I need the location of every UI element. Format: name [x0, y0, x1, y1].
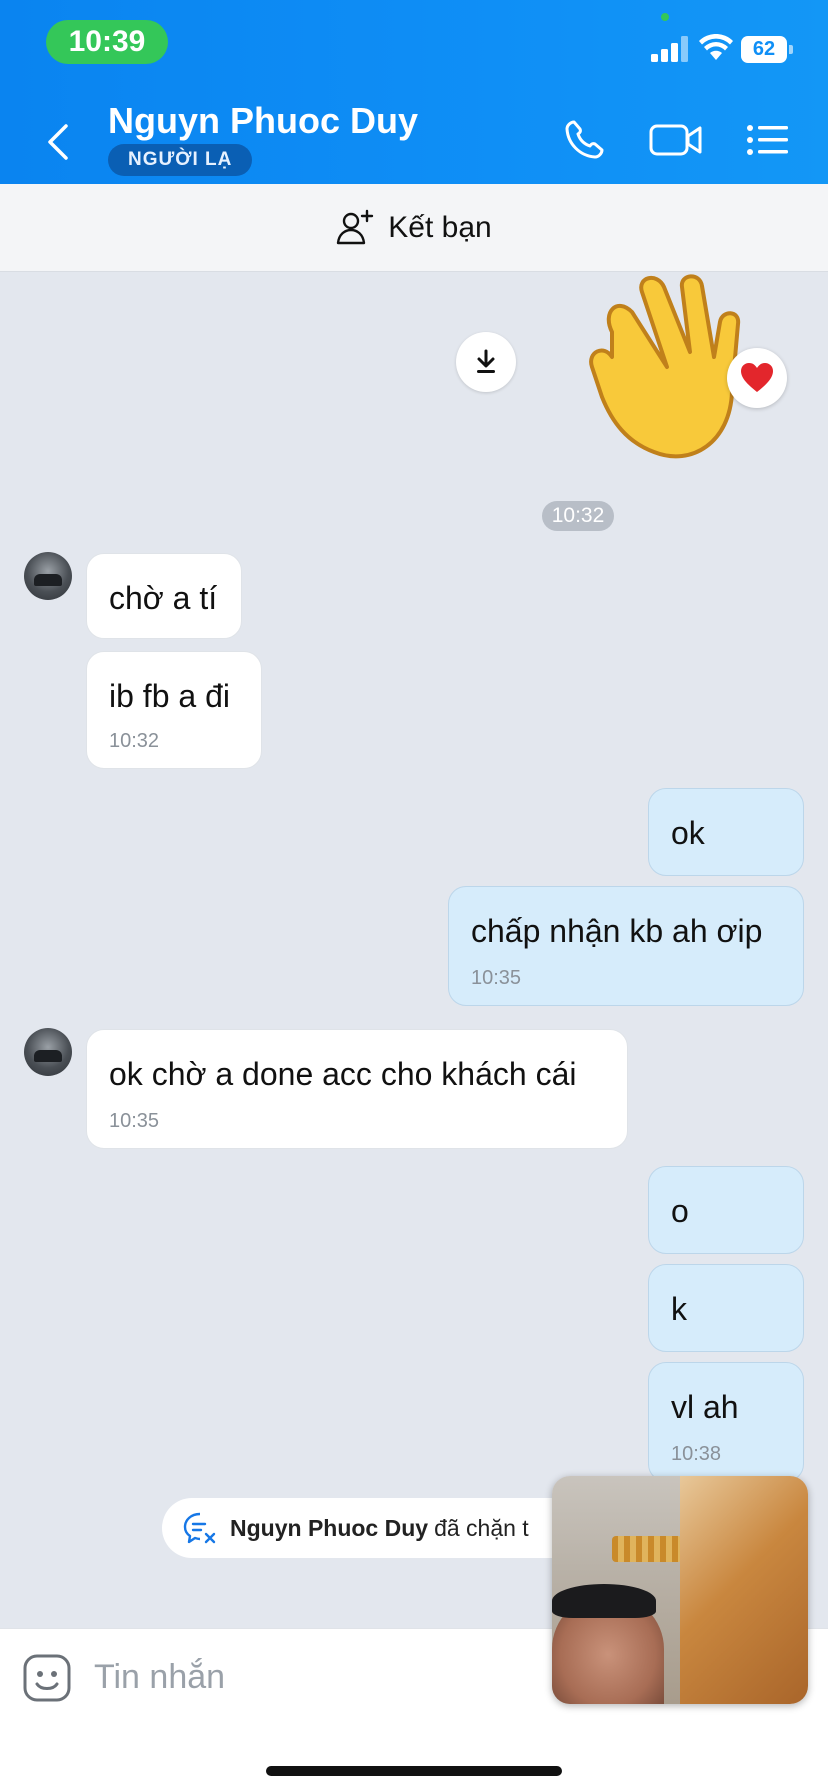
local-camera-view	[552, 1476, 682, 1704]
add-friend-button[interactable]: Kết bạn	[0, 184, 828, 272]
download-icon	[477, 349, 495, 373]
wifi-icon	[699, 34, 733, 60]
message-bubble-outgoing[interactable]: ok	[648, 788, 804, 876]
message-text: ib fb a đi	[109, 678, 230, 714]
message-time: 10:35	[471, 967, 522, 989]
message-bubble-incoming[interactable]: ok chờ a done acc cho khách cái 10:35	[86, 1029, 628, 1149]
chat-area[interactable]: 10:32 chờ a tí ib fb a đi 10:32 ok chấp …	[0, 272, 828, 1628]
menu-list-icon[interactable]	[744, 116, 792, 164]
message-bubble-outgoing[interactable]: chấp nhận kb ah ơip 10:35	[448, 886, 804, 1006]
signal-icon	[651, 36, 688, 62]
message-input[interactable]	[94, 1647, 534, 1707]
add-friend-icon	[337, 209, 374, 244]
sticker-icon[interactable]	[22, 1653, 72, 1703]
message-time: 10:32	[109, 730, 160, 752]
video-call-icon[interactable]	[648, 116, 704, 164]
message-bubble-incoming[interactable]: ib fb a đi 10:32	[86, 651, 262, 769]
contact-avatar[interactable]	[24, 1028, 72, 1076]
remote-camera-view	[680, 1476, 808, 1704]
message-text: chờ a tí	[109, 580, 218, 616]
video-call-pip[interactable]	[552, 1476, 808, 1704]
message-bubble-incoming[interactable]: chờ a tí	[86, 553, 242, 639]
mic-indicator-dot	[661, 13, 669, 21]
message-text: o	[671, 1193, 689, 1229]
message-text: k	[671, 1291, 687, 1327]
back-chevron-icon[interactable]	[40, 118, 80, 166]
message-text: chấp nhận kb ah ơip	[471, 913, 763, 949]
heart-reaction[interactable]	[727, 348, 787, 408]
home-indicator[interactable]	[266, 1766, 562, 1776]
add-friend-label: Kết bạn	[388, 210, 492, 244]
message-text: ok chờ a done acc cho khách cái	[109, 1056, 577, 1092]
chat-header: 10:39 62 Nguyn Phuoc Duy NGƯỜI LẠ	[0, 0, 828, 184]
contact-avatar[interactable]	[24, 552, 72, 600]
message-time: 10:35	[109, 1110, 160, 1132]
stranger-badge: NGƯỜI LẠ	[108, 144, 253, 176]
contact-name[interactable]: Nguyn Phuoc Duy	[108, 100, 418, 142]
time-separator: 10:32	[542, 501, 614, 531]
heart-icon	[741, 363, 773, 392]
message-bubble-outgoing[interactable]: k	[648, 1264, 804, 1352]
battery-icon: 62	[741, 36, 793, 63]
message-bubble-outgoing[interactable]: vl ah 10:38	[648, 1362, 804, 1482]
battery-level: 62	[741, 36, 787, 63]
message-text: ok	[671, 815, 705, 851]
message-bubble-outgoing[interactable]: o	[648, 1166, 804, 1254]
message-text: vl ah	[671, 1389, 739, 1425]
block-notice-name: Nguyn Phuoc Duy	[230, 1514, 429, 1541]
message-time: 10:38	[671, 1443, 722, 1465]
phone-call-icon[interactable]	[560, 116, 608, 164]
blocked-chat-icon	[183, 1512, 216, 1544]
status-time: 10:39	[46, 20, 168, 64]
download-button[interactable]	[456, 332, 516, 392]
block-notice-text: đã chặn t	[434, 1514, 529, 1541]
